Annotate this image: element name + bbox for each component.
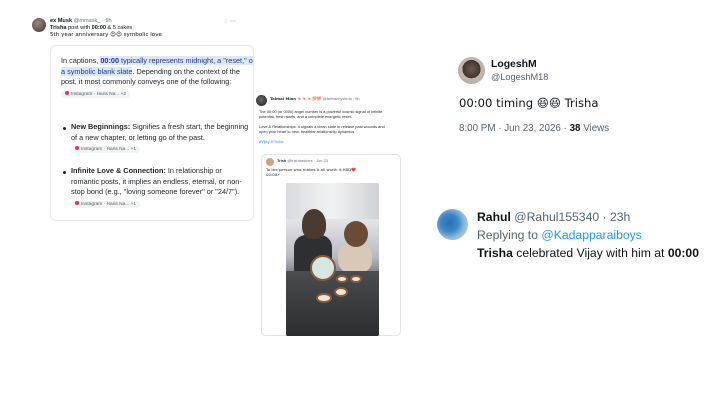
bullet-dot	[63, 127, 66, 130]
tweet-panel-left: ex Musk @mmask_ · 9h ◌⋯ Trisha post with…	[24, 12, 254, 221]
author-line[interactable]: Rahul @Rahul155340 · 23h	[477, 210, 630, 224]
ai-bullet-infinite-love: Infinite Love & Connection: In relations…	[71, 166, 242, 208]
source-chip[interactable]: Instagram · Haris Na... +1	[71, 146, 141, 153]
tweet-actions: ◌⋯	[224, 18, 238, 25]
tweet-header: ex Musk @mmask_ · 9h ◌⋯ Trisha post with…	[32, 16, 242, 46]
mention-link[interactable]: @Kadapparaiboys	[541, 228, 641, 242]
hashtags[interactable]: #Vijay #Trisha	[259, 139, 283, 144]
author-line[interactable]: ex Musk @mmask_ · 9h	[50, 18, 112, 25]
quote-author-line: Trish @trishtrashers · Jun 23	[277, 158, 328, 163]
tweet-text: 00:00 timing 😆😆 Trisha	[459, 96, 599, 110]
avatar	[266, 158, 274, 166]
author-line[interactable]: Talmai Mian 🍬🍬🍬💯💯 @talmaimysteria · 9h	[270, 96, 360, 101]
tweet-text-line-2: 5th year anniversary 😍😍 symbolic love	[50, 32, 162, 38]
author-name[interactable]: LogeshM	[491, 59, 537, 70]
reply-text: Trisha celebrated Vijay with him at 00:0…	[477, 246, 699, 260]
avatar[interactable]	[256, 95, 267, 106]
bullet-dot	[63, 171, 66, 174]
avatar[interactable]	[458, 57, 485, 84]
avatar[interactable]	[437, 209, 468, 240]
tweet-meta: 8:00 PM · Jun 23, 2026 · 38 Views	[459, 123, 610, 134]
ai-bullet-new-beginnings: New Beginnings: Signifies a fresh start,…	[71, 122, 249, 153]
tweet-text-line: open your heart to new, healthier relati…	[259, 129, 356, 134]
tweet-text-line-1: Trisha post with 00:00 & 5 cakes	[50, 25, 133, 31]
tweet-text-line: potential, fresh starts, and a complete …	[259, 114, 352, 119]
instagram-icon	[75, 146, 79, 150]
instagram-icon	[75, 200, 79, 205]
source-chip[interactable]: Instagram · Haris Na... +2	[61, 90, 131, 98]
author-handle[interactable]: @LogeshM18	[491, 72, 548, 82]
source-chip[interactable]: Instagram · Haris Na... +1	[71, 200, 141, 208]
instagram-icon	[65, 90, 69, 95]
ai-intro-paragraph: In captions, 00:00 typically represents …	[61, 56, 254, 98]
more-icon[interactable]: ⋯	[230, 19, 238, 25]
replying-to: Replying to @Kadapparaiboys	[477, 228, 642, 242]
quote-text-line: 00:00⚡	[266, 172, 280, 177]
tweet-panel-logesh: LogeshM @LogeshM18 00:00 timing 😆😆 Trish…	[453, 52, 673, 142]
tweet-panel-middle: Talmai Mian 🍬🍬🍬💯💯 @talmaimysteria · 9h T…	[255, 92, 405, 339]
avatar[interactable]	[32, 18, 46, 32]
quoted-tweet[interactable]: Trish @trishtrashers · Jun 23 To the per…	[261, 154, 401, 336]
reply-panel-rahul: Rahul @Rahul155340 · 23h Replying to @Ka…	[434, 204, 710, 266]
ai-summary-card: In captions, 00:00 typically represents …	[50, 45, 254, 221]
celebration-photo[interactable]	[286, 183, 379, 336]
